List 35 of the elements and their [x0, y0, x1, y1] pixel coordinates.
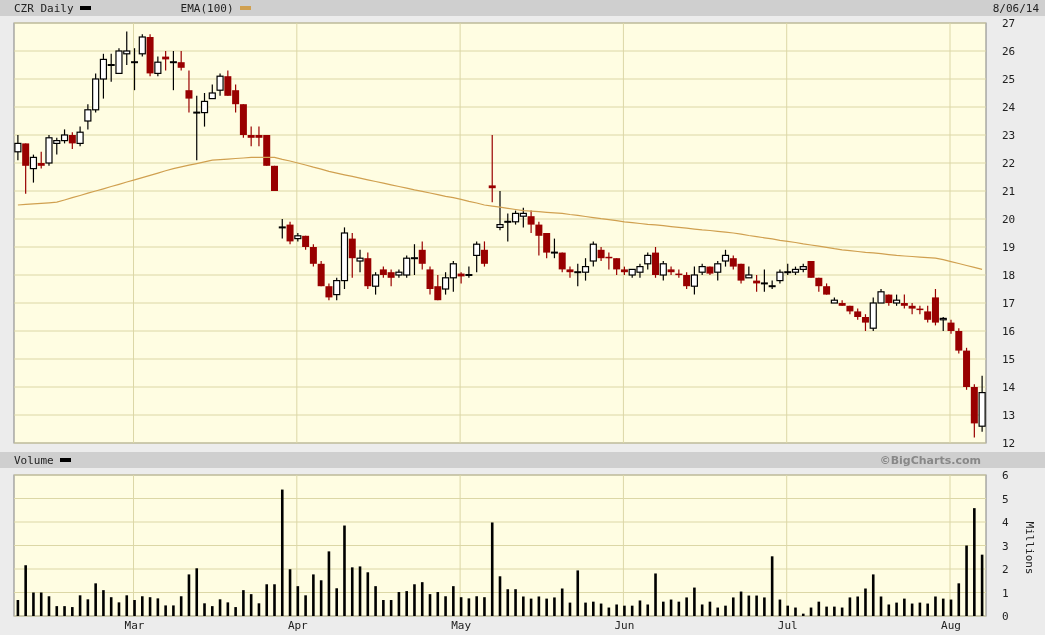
- legend-label: Volume: [14, 453, 54, 467]
- axis-label: 14: [1002, 381, 1016, 394]
- legend-label: CZR Daily: [14, 1, 74, 15]
- axis-label: 19: [1002, 241, 1016, 254]
- axis-label: 20: [1002, 213, 1016, 226]
- axis-label: 4: [1002, 516, 1009, 529]
- axis-label: 25: [1002, 73, 1016, 86]
- chart-date: 8/06/14: [992, 1, 1039, 15]
- axis-label: 1: [1002, 586, 1009, 600]
- axis-label: 6: [1002, 470, 1009, 482]
- axis-label: 27: [1002, 18, 1016, 30]
- legend-label: EMA(100): [180, 1, 234, 15]
- axis-label: 21: [1002, 185, 1016, 198]
- axis-label: 5: [1002, 492, 1009, 506]
- axis-label: 26: [1002, 45, 1016, 58]
- axis-label: 15: [1002, 353, 1016, 366]
- axis-label: Mar: [124, 619, 145, 632]
- axis-label: 0: [1002, 610, 1009, 623]
- axis-label: 13: [1002, 409, 1016, 422]
- credit-text: ©BigCharts.com: [879, 453, 982, 467]
- axis-label: 22: [1002, 157, 1016, 170]
- axis-label: May: [451, 619, 472, 632]
- axis-label: Jun: [614, 619, 635, 632]
- axis-label: 12: [1002, 437, 1016, 450]
- axis-label: 24: [1002, 101, 1016, 114]
- axis-label: 3: [1002, 539, 1009, 553]
- axis-label: Jul: [777, 619, 798, 632]
- axis-label: 17: [1002, 297, 1016, 310]
- axis-title: Millions: [1023, 521, 1036, 575]
- axis-label: Apr: [287, 619, 308, 632]
- axis-label: 18: [1002, 269, 1016, 282]
- axis-label: Aug: [941, 619, 961, 632]
- axis-label: 23: [1002, 129, 1016, 142]
- axis-label: 2: [1002, 563, 1009, 576]
- axis-label: 16: [1002, 325, 1016, 338]
